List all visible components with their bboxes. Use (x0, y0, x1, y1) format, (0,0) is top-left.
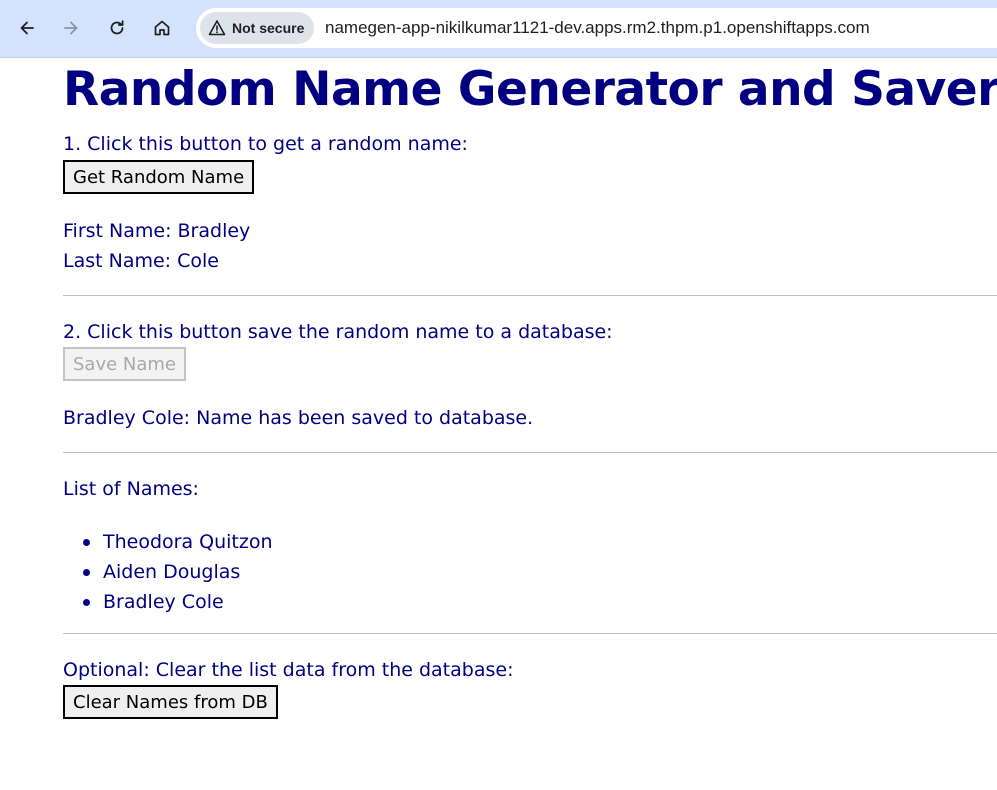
save-name-button[interactable]: Save Name (63, 347, 187, 381)
step1-text: 1. Click this button to get a random nam… (63, 133, 468, 155)
back-arrow-icon (20, 21, 34, 35)
get-random-name-button[interactable]: Get Random Name (63, 160, 255, 194)
list-item: Aiden Douglas (63, 557, 273, 587)
reload-button[interactable] (101, 12, 133, 44)
divider (63, 452, 997, 453)
page-content: Random Name Generator and Saver 1. Click… (0, 58, 997, 790)
reload-icon (110, 20, 124, 35)
forward-arrow-icon (64, 21, 78, 35)
save-status-text: Bradley Cole: Name has been saved to dat… (63, 407, 534, 429)
back-button[interactable] (11, 12, 43, 44)
warning-icon (208, 20, 226, 36)
divider (63, 295, 997, 296)
browser-toolbar: Not secure namegen-app-nikilkumar1121-de… (0, 0, 997, 58)
optional-text: Optional: Clear the list data from the d… (63, 659, 514, 681)
security-chip[interactable]: Not secure (200, 12, 315, 44)
first-name-text: First Name: Bradley (63, 220, 251, 242)
divider (63, 633, 997, 634)
names-list: Theodora Quitzon Aiden Douglas Bradley C… (63, 527, 273, 617)
clear-names-button[interactable]: Clear Names from DB (63, 685, 278, 719)
security-label: Not secure (232, 20, 305, 36)
page-title: Random Name Generator and Saver (63, 62, 997, 117)
home-icon (154, 20, 170, 36)
home-button[interactable] (146, 12, 178, 44)
address-bar[interactable]: Not secure namegen-app-nikilkumar1121-de… (196, 8, 997, 48)
url-text[interactable]: namegen-app-nikilkumar1121-dev.apps.rm2.… (325, 8, 870, 48)
list-item: Theodora Quitzon (63, 527, 273, 557)
forward-button[interactable] (55, 12, 87, 44)
step2-text: 2. Click this button save the random nam… (63, 321, 613, 343)
list-item: Bradley Cole (63, 587, 273, 617)
list-heading: List of Names: (63, 478, 199, 500)
last-name-text: Last Name: Cole (63, 250, 219, 272)
